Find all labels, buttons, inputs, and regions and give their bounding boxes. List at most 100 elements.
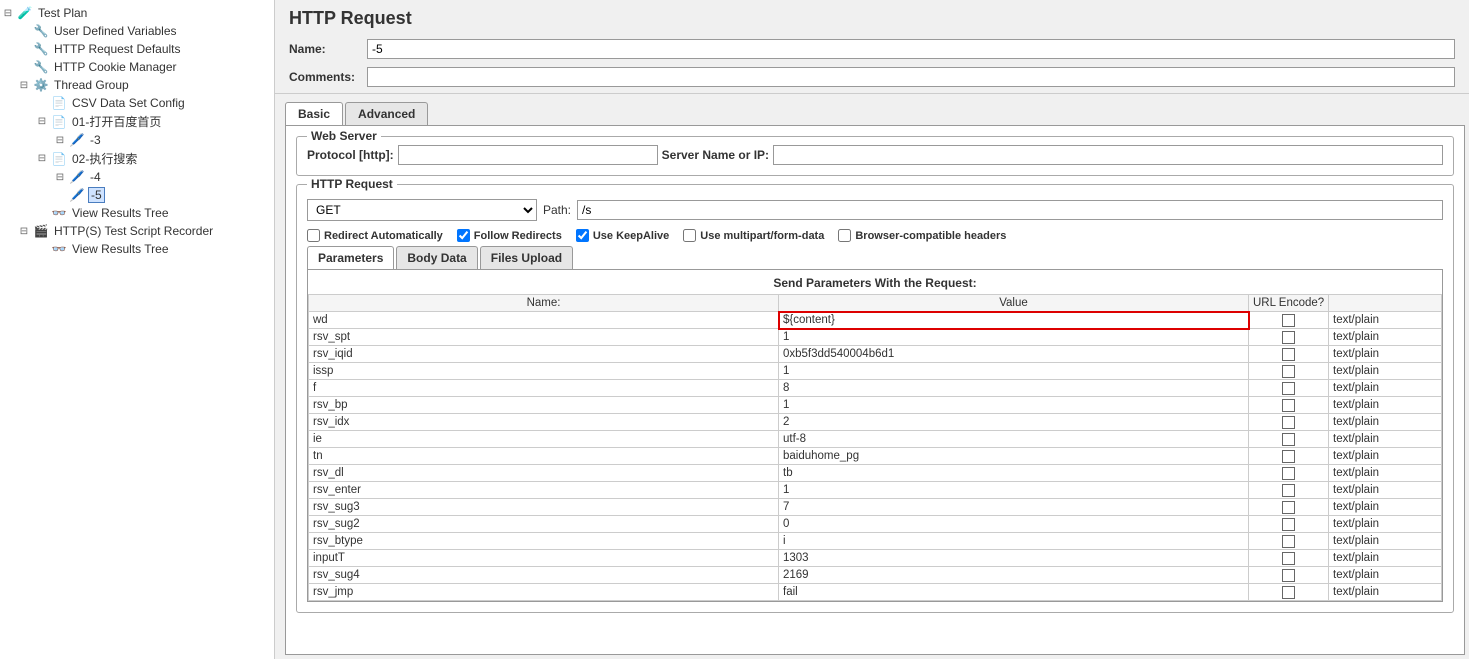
param-value-cell[interactable]: ${content} — [779, 312, 1249, 329]
checkbox-icon[interactable] — [1282, 586, 1295, 599]
comments-input[interactable] — [367, 67, 1455, 87]
param-name-cell[interactable]: rsv_iqid — [309, 346, 779, 363]
table-row[interactable]: rsv_btypei text/plain — [309, 533, 1442, 550]
name-input[interactable] — [367, 39, 1455, 59]
param-encode-cell[interactable] — [1249, 550, 1329, 567]
subtab-files-upload[interactable]: Files Upload — [480, 246, 573, 269]
checkbox-icon[interactable] — [1282, 416, 1295, 429]
table-row[interactable]: rsv_sug20 text/plain — [309, 516, 1442, 533]
checkbox-icon[interactable] — [1282, 450, 1295, 463]
param-value-cell[interactable]: 7 — [779, 499, 1249, 516]
checkbox-icon[interactable] — [1282, 314, 1295, 327]
param-value-cell[interactable]: i — [779, 533, 1249, 550]
param-contenttype-cell[interactable]: text/plain — [1329, 329, 1442, 346]
checkbox-icon[interactable] — [1282, 331, 1295, 344]
param-value-cell[interactable]: 1 — [779, 363, 1249, 380]
param-encode-cell[interactable] — [1249, 499, 1329, 516]
checkbox-icon[interactable] — [1282, 365, 1295, 378]
checkbox-icon[interactable] — [1282, 382, 1295, 395]
param-name-cell[interactable]: rsv_btype — [309, 533, 779, 550]
param-name-cell[interactable]: rsv_dl — [309, 465, 779, 482]
param-value-cell[interactable]: 2 — [779, 414, 1249, 431]
tree-sampler-01[interactable]: ⊟📄 01-打开百度首页 — [0, 112, 274, 131]
table-row[interactable]: rsv_dltb text/plain — [309, 465, 1442, 482]
table-row[interactable]: ieutf-8text/plain — [309, 431, 1442, 448]
param-encode-cell[interactable] — [1249, 380, 1329, 397]
method-select[interactable]: GET — [307, 199, 537, 221]
param-encode-cell[interactable] — [1249, 414, 1329, 431]
param-name-cell[interactable]: rsv_idx — [309, 414, 779, 431]
param-value-cell[interactable]: baiduhome_pg — [779, 448, 1249, 465]
keepalive-check[interactable]: Use KeepAlive — [576, 229, 669, 242]
param-name-cell[interactable]: inputT — [309, 550, 779, 567]
tab-basic[interactable]: Basic — [285, 102, 343, 125]
checkbox-icon[interactable] — [1282, 569, 1295, 582]
checkbox-icon[interactable] — [1282, 484, 1295, 497]
tree-http-script-recorder[interactable]: ⊟🎬 HTTP(S) Test Script Recorder — [0, 222, 274, 240]
param-encode-cell[interactable] — [1249, 363, 1329, 380]
table-row[interactable]: wd${content} text/plain — [309, 312, 1442, 329]
param-value-cell[interactable]: 8 — [779, 380, 1249, 397]
param-contenttype-cell[interactable]: text/plain — [1329, 363, 1442, 380]
table-row[interactable]: rsv_idx2text/plain — [309, 414, 1442, 431]
checkbox-icon[interactable] — [1282, 433, 1295, 446]
param-encode-cell[interactable] — [1249, 329, 1329, 346]
checkbox-icon[interactable] — [1282, 518, 1295, 531]
browser-compat-check[interactable]: Browser-compatible headers — [838, 229, 1006, 242]
param-name-cell[interactable]: rsv_bp — [309, 397, 779, 414]
subtab-parameters[interactable]: Parameters — [307, 246, 394, 269]
param-contenttype-cell[interactable]: text/plain — [1329, 516, 1442, 533]
param-value-cell[interactable]: 2169 — [779, 567, 1249, 584]
path-input[interactable] — [577, 200, 1443, 220]
tree-http-cookie-manager[interactable]: ·🔧 HTTP Cookie Manager — [0, 58, 274, 76]
table-row[interactable]: tnbaiduhome_pgtext/plain — [309, 448, 1442, 465]
param-contenttype-cell[interactable]: text/plain — [1329, 499, 1442, 516]
param-name-cell[interactable]: issp — [309, 363, 779, 380]
param-value-cell[interactable]: tb — [779, 465, 1249, 482]
param-encode-cell[interactable] — [1249, 584, 1329, 601]
tree-sampler-02[interactable]: ⊟📄 02-执行搜索 — [0, 149, 274, 168]
param-value-cell[interactable]: fail — [779, 584, 1249, 601]
tree-csv-data-set[interactable]: ·📄 CSV Data Set Config — [0, 94, 274, 112]
param-encode-cell[interactable] — [1249, 346, 1329, 363]
tree-http-request-defaults[interactable]: ·🔧 HTTP Request Defaults — [0, 40, 274, 58]
table-row[interactable]: f8text/plain — [309, 380, 1442, 397]
param-name-cell[interactable]: rsv_sug3 — [309, 499, 779, 516]
table-row[interactable]: inputT1303text/plain — [309, 550, 1442, 567]
param-encode-cell[interactable] — [1249, 448, 1329, 465]
param-contenttype-cell[interactable]: text/plain — [1329, 380, 1442, 397]
param-name-cell[interactable]: wd — [309, 312, 779, 329]
param-contenttype-cell[interactable]: text/plain — [1329, 312, 1442, 329]
param-contenttype-cell[interactable]: text/plain — [1329, 448, 1442, 465]
param-encode-cell[interactable] — [1249, 312, 1329, 329]
param-value-cell[interactable]: 1 — [779, 397, 1249, 414]
param-contenttype-cell[interactable]: text/plain — [1329, 550, 1442, 567]
param-encode-cell[interactable] — [1249, 465, 1329, 482]
test-plan-tree[interactable]: ⊟🧪 Test Plan ·🔧 User Defined Variables ·… — [0, 0, 275, 659]
checkbox-icon[interactable] — [1282, 552, 1295, 565]
param-value-cell[interactable]: 0xb5f3dd540004b6d1 — [779, 346, 1249, 363]
param-value-cell[interactable]: 1 — [779, 329, 1249, 346]
param-contenttype-cell[interactable]: text/plain — [1329, 533, 1442, 550]
subtab-body-data[interactable]: Body Data — [396, 246, 477, 269]
param-name-cell[interactable]: rsv_enter — [309, 482, 779, 499]
table-row[interactable]: rsv_sug42169text/plain — [309, 567, 1442, 584]
tree-test-plan[interactable]: ⊟🧪 Test Plan — [0, 4, 274, 22]
param-contenttype-cell[interactable]: text/plain — [1329, 482, 1442, 499]
multipart-check[interactable]: Use multipart/form-data — [683, 229, 824, 242]
param-value-cell[interactable]: 0 — [779, 516, 1249, 533]
table-row[interactable]: rsv_spt1text/plain — [309, 329, 1442, 346]
tree-sampler-02-child-5[interactable]: ·🖊️ -5 — [0, 186, 274, 204]
param-encode-cell[interactable] — [1249, 482, 1329, 499]
param-name-cell[interactable]: rsv_sug2 — [309, 516, 779, 533]
param-contenttype-cell[interactable]: text/plain — [1329, 431, 1442, 448]
param-encode-cell[interactable] — [1249, 533, 1329, 550]
table-row[interactable]: rsv_iqid0xb5f3dd540004b6d1text/plain — [309, 346, 1442, 363]
checkbox-icon[interactable] — [1282, 501, 1295, 514]
parameters-table[interactable]: Name: Value URL Encode? wd${content}text… — [308, 294, 1442, 601]
tree-user-defined-vars[interactable]: ·🔧 User Defined Variables — [0, 22, 274, 40]
param-encode-cell[interactable] — [1249, 397, 1329, 414]
table-row[interactable]: rsv_jmpfailtext/plain — [309, 584, 1442, 601]
param-contenttype-cell[interactable]: text/plain — [1329, 465, 1442, 482]
follow-redirects-check[interactable]: Follow Redirects — [457, 229, 562, 242]
